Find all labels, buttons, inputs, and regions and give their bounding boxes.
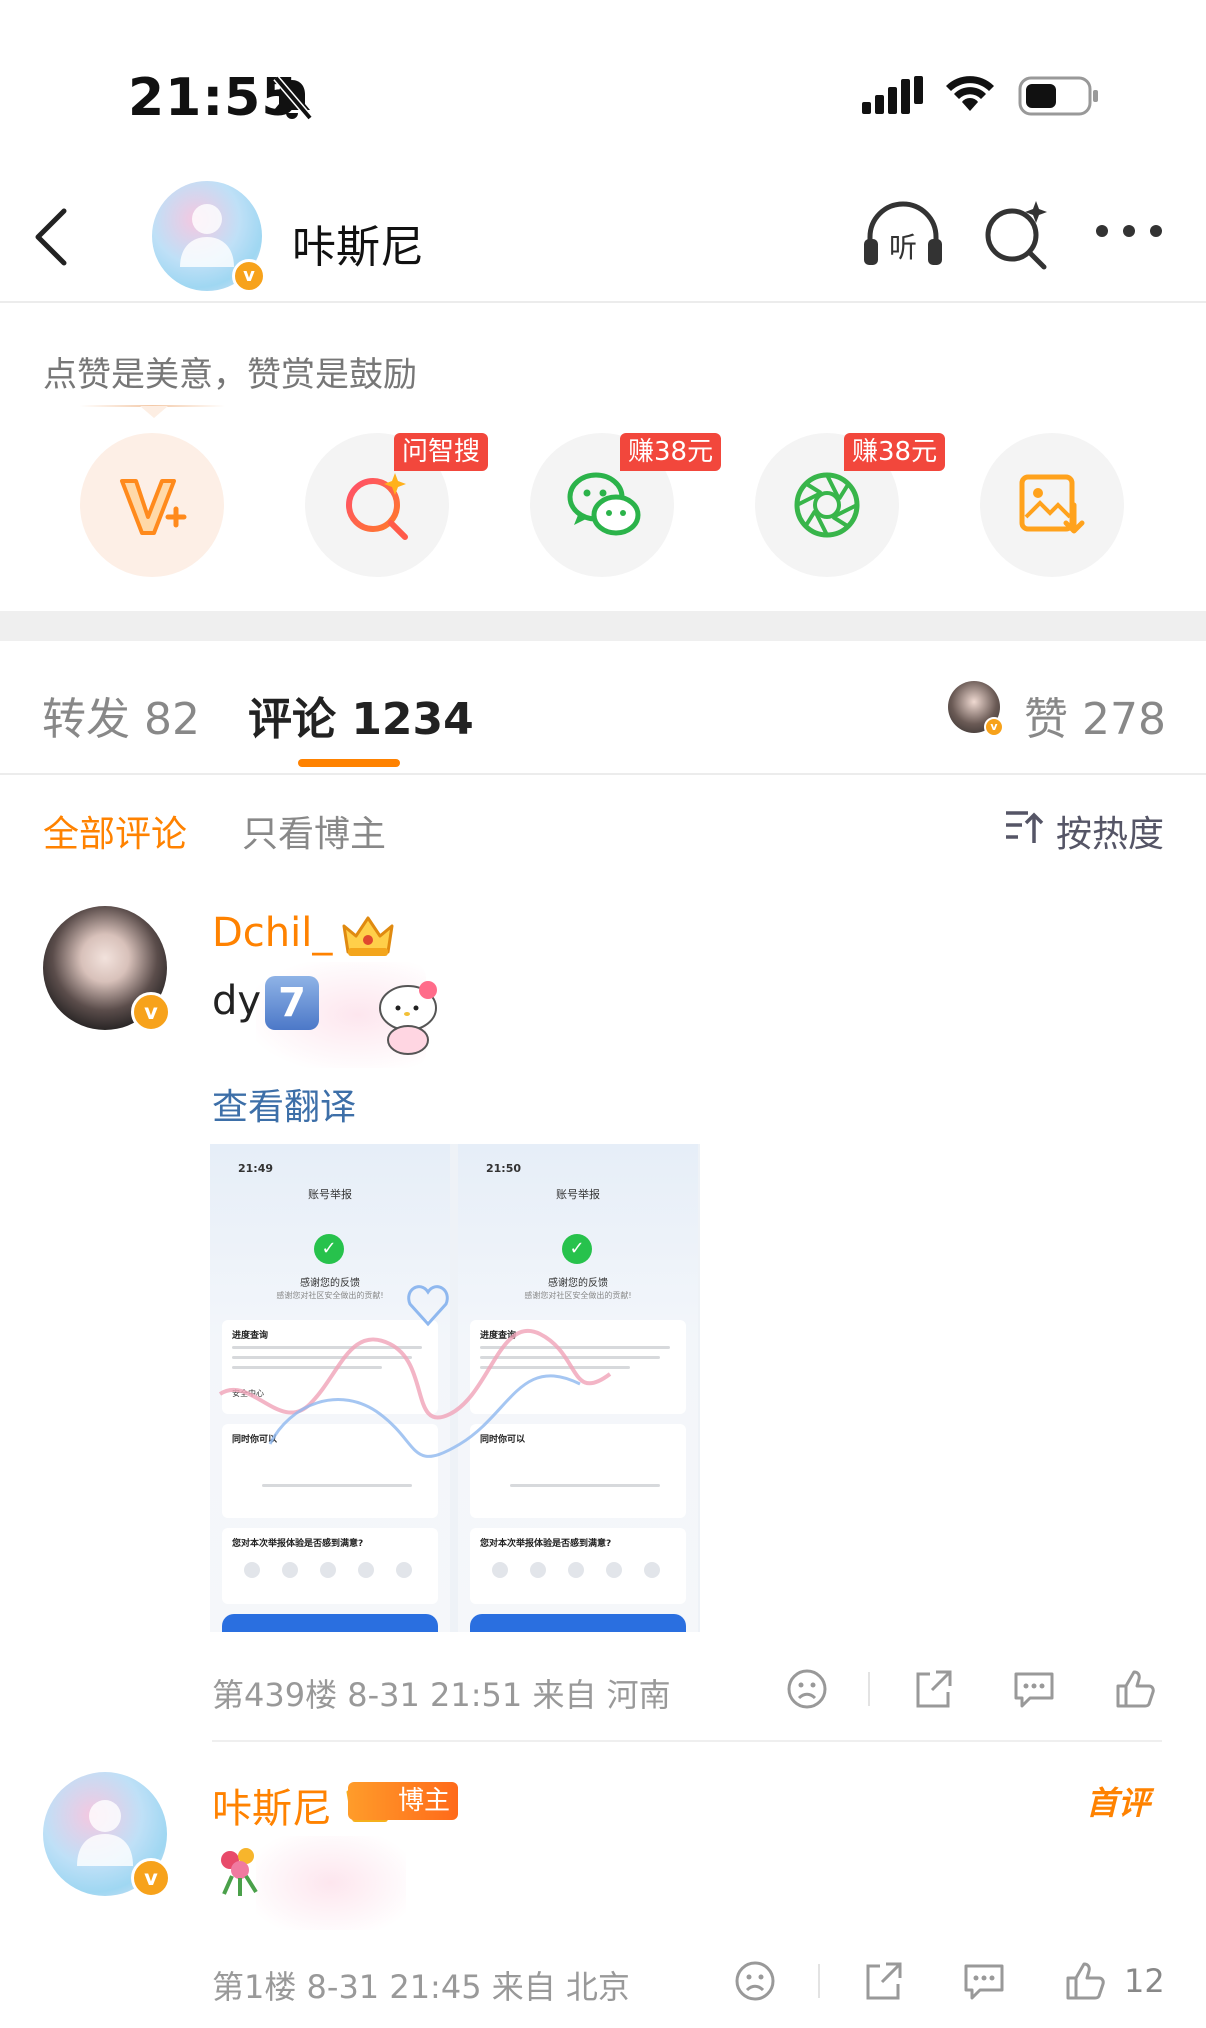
dislike-face-icon[interactable] [734,1960,776,2002]
verified-badge-icon: v [131,992,171,1032]
reply-icon[interactable] [962,1960,1006,2002]
liker-avatar[interactable]: v [948,681,1004,737]
comment-username[interactable]: 咔斯尼 [212,1776,332,1834]
like-count: 12 [1124,1962,1165,2000]
tag-ask-zhisou: 问智搜 [394,433,489,471]
status-bar: 21:55 [0,0,1206,175]
tab-row: 转发 82 评论 1234 v 赞 278 [0,641,1206,775]
tab-repost[interactable]: 转发 82 [42,683,200,747]
comment-divider [212,1740,1162,1742]
nav-bar: v 咔斯尼 听 [0,175,1206,303]
section-separator [0,611,1206,641]
battery-icon [1018,76,1098,116]
tag-wechat: 赚38元 [620,433,722,471]
tab-comment[interactable]: 评论 1234 [248,683,474,747]
active-tab-indicator [298,759,400,767]
view-translation-link[interactable]: 查看翻译 [212,1078,356,1130]
more-icon[interactable] [1094,223,1164,239]
first-comment-badge: 首评 [1086,1784,1151,1822]
number-badge: 7 [265,976,320,1030]
reward-hint: 点赞是美意，赞赏是鼓励 [43,355,417,395]
like-icon[interactable] [1114,1668,1156,1710]
comment-meta: 第1楼 8-31 21:45 来自 北京 [212,1968,630,2006]
listen-icon[interactable]: 听 [862,201,944,269]
signal-icon [862,76,923,114]
flower-bouquet-icon [221,1848,258,1896]
divider [868,1672,870,1706]
commenter-avatar[interactable]: v [43,906,171,1032]
crown-icon [342,916,394,956]
svg-text:听: 听 [889,231,917,264]
hello-kitty-sticker-icon [379,981,437,1055]
wechat-icon [567,472,641,536]
bell-muted-icon [273,76,312,120]
tab-likes[interactable]: 赞 278 [1024,683,1166,747]
commenter-avatar[interactable]: v [43,1772,171,1898]
sort-by-hot[interactable]: 按热度 [1056,805,1164,857]
comment-username[interactable]: Dchil_ [212,910,332,956]
page-title: 咔斯尼 [292,222,424,273]
save-image-button[interactable] [980,433,1124,577]
sticker-background [256,1836,406,1930]
comment-image[interactable]: 21:49 账号举报 ✓ 感谢您的反馈 感谢您对社区安全做出的贡献! 进度查询 … [210,1144,700,1632]
share-icon[interactable] [912,1668,954,1710]
filter-all-comments[interactable]: 全部评论 [43,805,187,857]
comment-text: dy 7 [212,976,320,1030]
verified-badge-icon: v [232,259,266,293]
verified-badge-icon: v [131,1858,171,1898]
like-icon[interactable] [1064,1960,1106,2002]
avatar-person-icon [77,1800,133,1866]
handwritten-watermark-icon [218,1285,612,1458]
v-plus-icon [120,479,187,535]
save-image-icon [1019,474,1085,534]
wifi-icon [946,76,994,111]
tag-moments: 赚38元 [844,433,946,471]
v-plus-button[interactable] [80,433,224,577]
share-icon[interactable] [862,1960,904,2002]
ai-search-icon[interactable] [982,201,1052,271]
comment-text-body: dy [212,978,262,1024]
verified-badge-icon: v [984,717,1004,737]
filter-blogger-only[interactable]: 只看博主 [242,805,386,857]
divider [818,1964,820,1998]
back-icon[interactable] [30,205,74,269]
moments-aperture-icon [794,472,860,538]
hint-caret [140,406,168,418]
comment-meta: 第439楼 8-31 21:51 来自 河南 [212,1676,671,1714]
blogger-badge: 博主 [348,1782,459,1820]
reward-area: 点赞是美意，赞赏是鼓励 问智搜 赚38元 赚38元 [0,305,1206,611]
zhisou-search-icon [346,473,408,540]
avatar[interactable]: v [152,181,266,293]
sort-icon[interactable] [1004,809,1044,845]
dislike-face-icon[interactable] [786,1668,828,1710]
filter-row: 全部评论 只看博主 按热度 [0,775,1206,885]
avatar-person-icon [180,204,234,267]
reply-icon[interactable] [1012,1668,1056,1710]
